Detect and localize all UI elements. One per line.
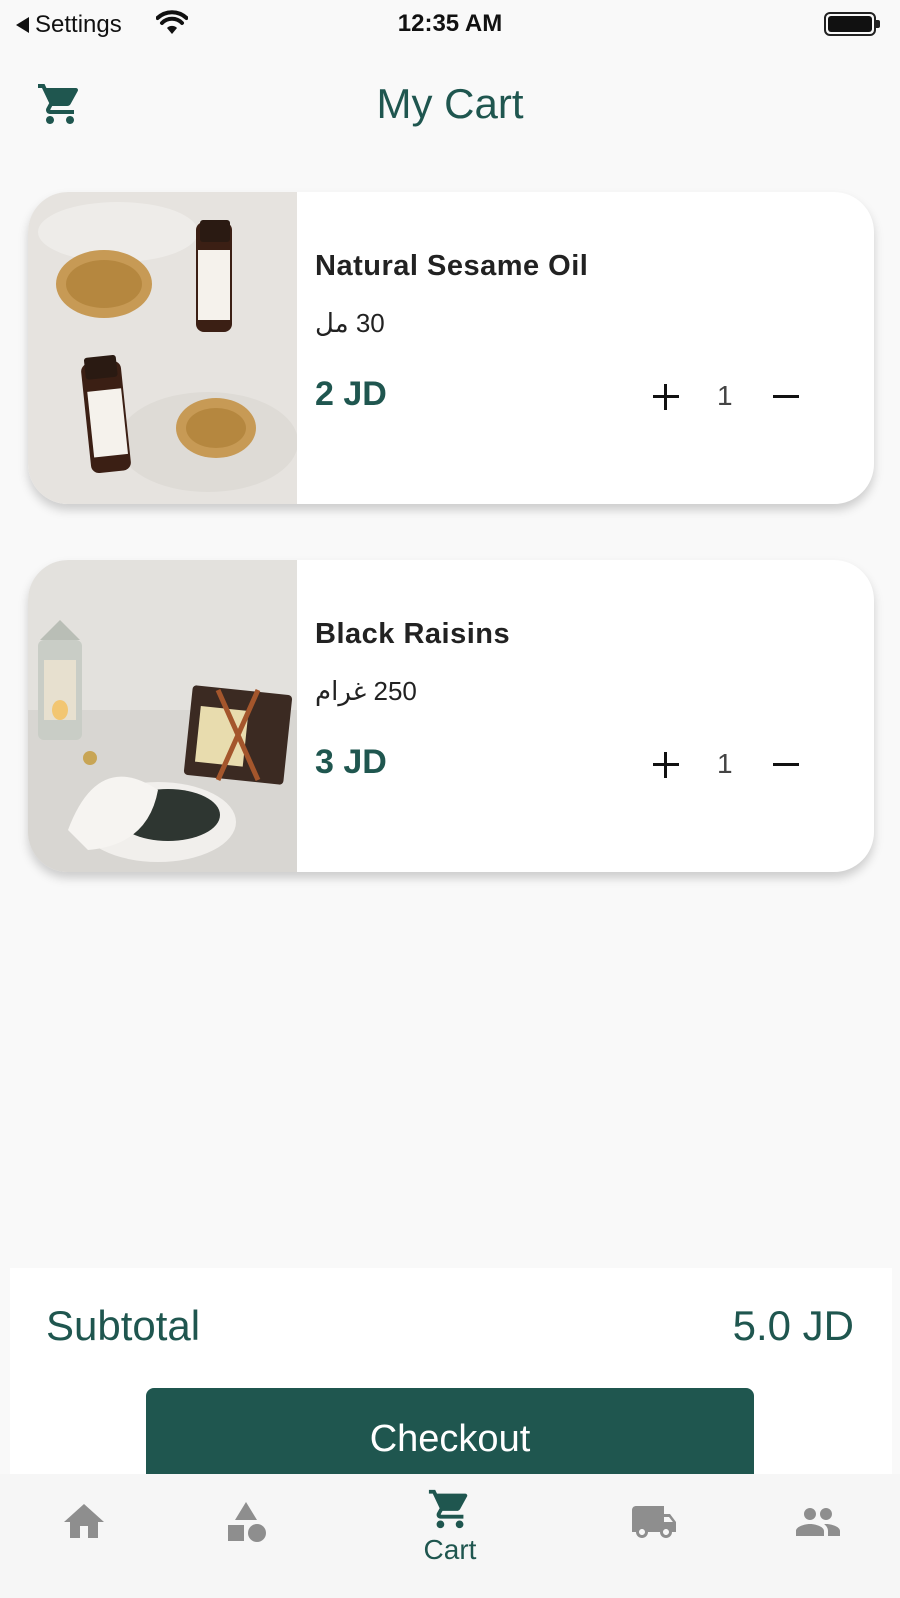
product-name: Natural Sesame Oil bbox=[315, 250, 589, 282]
tab-account[interactable] bbox=[778, 1498, 858, 1578]
decrease-quantity-button[interactable] bbox=[769, 748, 803, 782]
quantity-value: 1 bbox=[717, 380, 733, 411]
subtotal-label: Subtotal bbox=[46, 1302, 201, 1349]
tab-delivery[interactable] bbox=[614, 1498, 694, 1578]
bottom-tab-bar: Cart bbox=[0, 1474, 900, 1598]
cart-icon bbox=[428, 1489, 468, 1529]
sesame-oil-photo bbox=[28, 192, 297, 504]
status-time: 12:35 AM bbox=[397, 10, 503, 37]
tab-categories[interactable] bbox=[206, 1498, 286, 1578]
battery-icon bbox=[824, 12, 880, 36]
cart-item-card[interactable]: Natural Sesame Oil 30 مل 2 JD 1 bbox=[28, 192, 874, 504]
product-price: 2 JD bbox=[315, 375, 387, 413]
tab-cart-label: Cart bbox=[423, 1534, 477, 1565]
black-raisins-photo bbox=[28, 560, 297, 872]
cart-item-details: Natural Sesame Oil 30 مل 2 JD 1 bbox=[297, 192, 874, 504]
home-icon bbox=[64, 1504, 104, 1538]
delivery-truck-icon bbox=[632, 1506, 676, 1538]
quantity-value: 1 bbox=[717, 748, 733, 779]
categories-icon bbox=[228, 1502, 266, 1542]
increase-quantity-button[interactable] bbox=[649, 748, 683, 782]
product-name: Black Raisins bbox=[315, 618, 511, 650]
subtotal-value: 5.0 JD bbox=[732, 1302, 854, 1349]
increase-quantity-button[interactable] bbox=[649, 380, 683, 414]
product-image-sesame-oil[interactable] bbox=[28, 192, 297, 504]
checkout-button[interactable]: Checkout bbox=[146, 1388, 754, 1488]
people-icon bbox=[796, 1508, 840, 1536]
decrease-quantity-button[interactable] bbox=[769, 380, 803, 414]
product-price: 3 JD bbox=[315, 743, 387, 781]
tab-cart[interactable]: Cart bbox=[410, 1486, 490, 1566]
tab-home[interactable] bbox=[44, 1498, 124, 1578]
cart-item-card[interactable]: Black Raisins 250 غرام 3 JD 1 bbox=[28, 560, 874, 872]
order-summary: Subtotal 5.0 JD Checkout bbox=[10, 1268, 892, 1488]
product-image-black-raisins[interactable] bbox=[28, 560, 297, 872]
product-size: 30 مل bbox=[315, 308, 385, 338]
product-size: 250 غرام bbox=[315, 676, 417, 706]
status-bar: Settings 12:35 AM bbox=[0, 0, 900, 48]
cart-item-details: Black Raisins 250 غرام 3 JD 1 bbox=[297, 560, 874, 872]
page-title: My Cart bbox=[376, 80, 524, 127]
